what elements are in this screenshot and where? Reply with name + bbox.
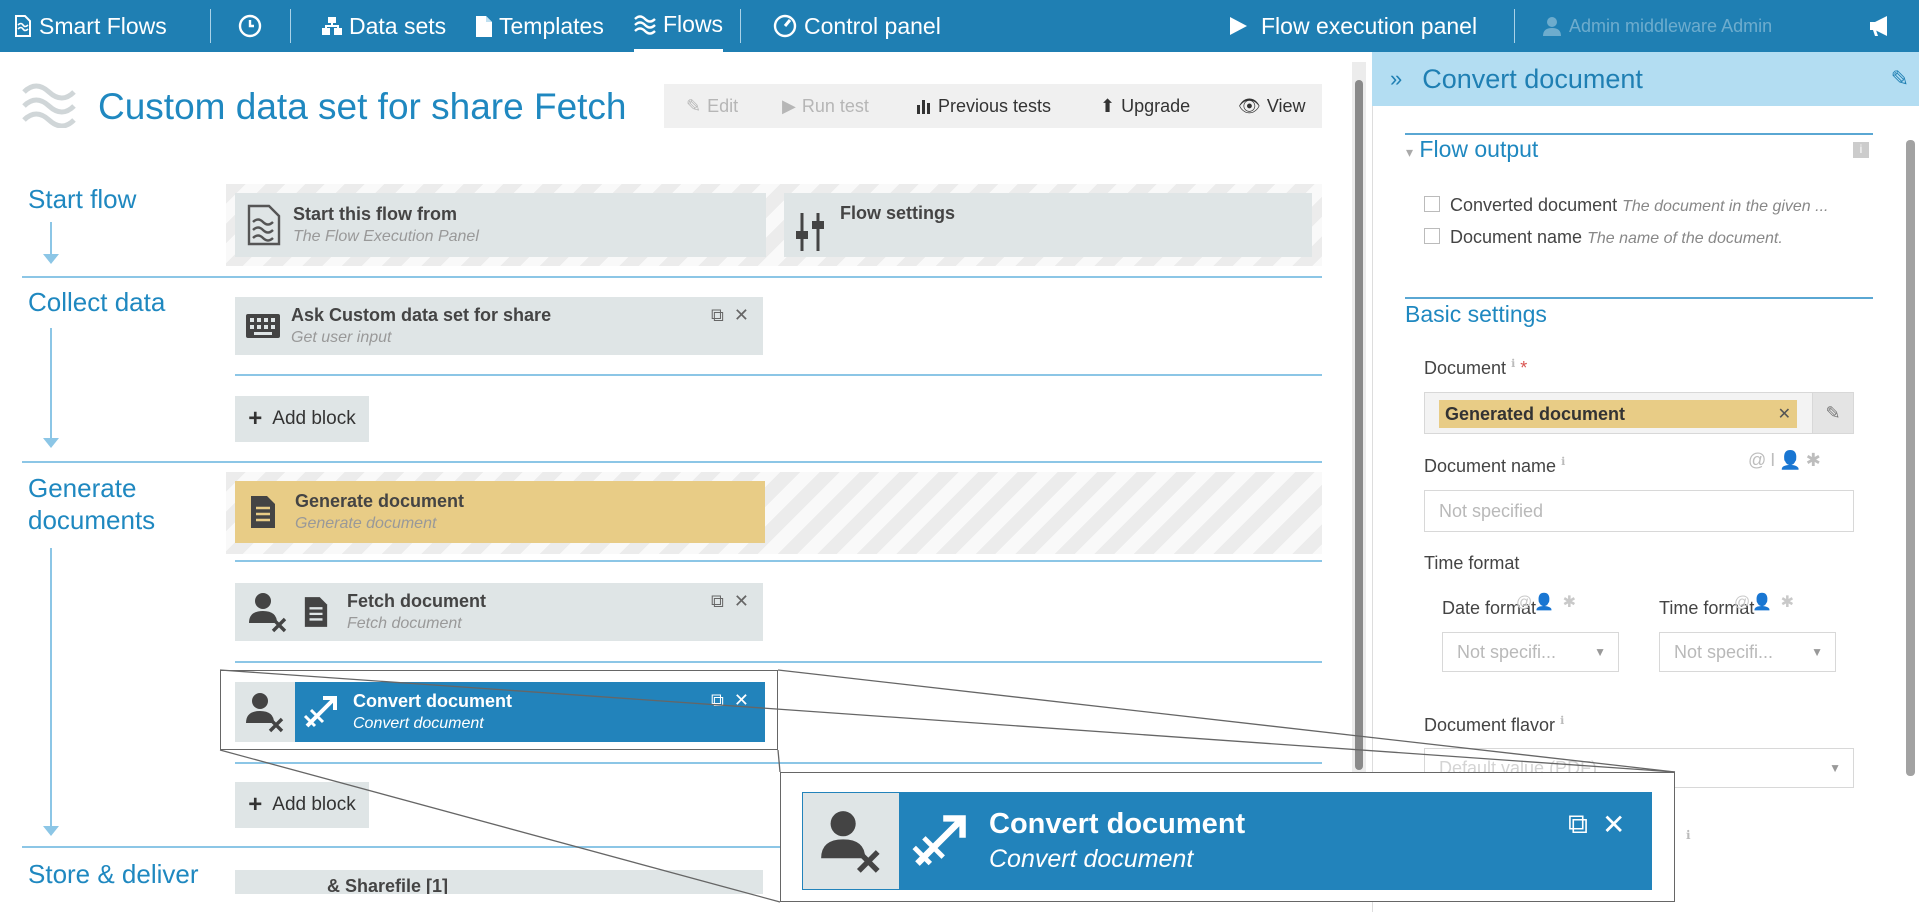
zoom-title: Convert document (989, 808, 1246, 840)
close-icon: ✕ (1602, 809, 1626, 840)
zoomed-convert-block: Convert document Convert document ⧉ ✕ (802, 792, 1652, 890)
user-remove-icon (821, 811, 880, 873)
zoom-controls: ⧉ ✕ (1568, 808, 1625, 841)
convert-arrow-icon (912, 815, 966, 866)
zoom-icon-box (803, 793, 899, 889)
copy-icon: ⧉ (1568, 808, 1588, 839)
zoom-subtitle: Convert document (989, 845, 1194, 873)
